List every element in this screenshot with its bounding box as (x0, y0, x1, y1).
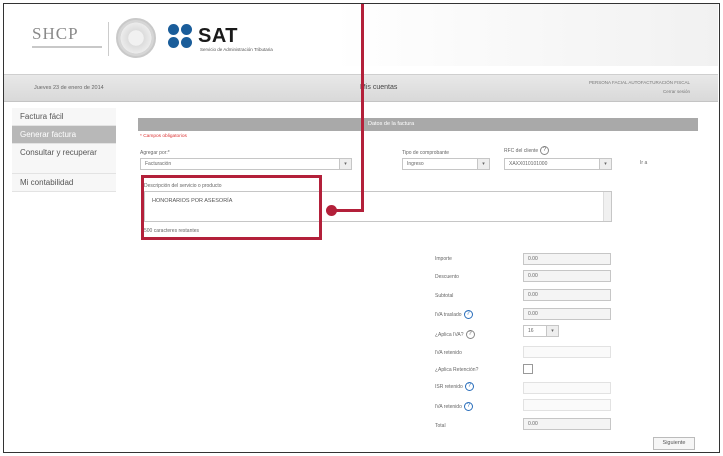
iva-retenido-label: IVA retenido (435, 350, 462, 356)
sat-subtitle: Servicio de Administración Tributaria (200, 47, 273, 52)
isr-retenido-label: ISR retenido? (435, 382, 474, 391)
importe-field[interactable]: 0.00 (523, 253, 611, 265)
iva-traslado-label-text: IVA traslado (435, 311, 462, 318)
shcp-logo: SHCP (32, 24, 79, 43)
required-fields-note: * Campos obligatorios (140, 134, 187, 139)
aplica-retencion-checkbox[interactable] (523, 364, 533, 374)
iva-retenido-2-field[interactable] (523, 399, 611, 411)
current-date: Jueves 23 de enero de 2014 (34, 85, 104, 91)
rfc-cliente-value: XAXX010101000 (509, 161, 548, 167)
help-icon[interactable]: ? (540, 146, 550, 155)
subtotal-field[interactable]: 0.00 (523, 289, 611, 301)
aplica-retencion-label: ¿Aplica Retención? (435, 367, 479, 373)
tipo-comprobante-select[interactable]: Ingreso ▾ (402, 158, 490, 170)
tipo-comprobante-value: Ingreso (407, 161, 424, 167)
chevron-down-icon: ▾ (339, 159, 351, 169)
national-seal-icon (116, 18, 156, 58)
header-banner (334, 4, 718, 66)
highlight-callout-connector (334, 209, 364, 212)
rfc-cliente-label: RFC del cliente? (504, 146, 550, 155)
concepto-select-value: Facturación (145, 161, 172, 167)
highlight-callout-line (361, 4, 364, 210)
aplica-iva-label: ¿Aplica IVA?? (435, 330, 475, 339)
help-icon[interactable]: ? (463, 310, 473, 319)
iva-retenido-2-label-text: IVA retenido (435, 403, 462, 410)
form-panel-title: Datos de la factura (368, 121, 415, 127)
user-info: PERSONA FACIAL AUTOFACTURACIÓN FISCAL (588, 80, 690, 85)
subtotal-label: Subtotal (435, 293, 454, 299)
iva-retenido-2-label: IVA retenido? (435, 402, 473, 411)
rfc-cliente-select[interactable]: XAXX010101000 ▾ (504, 158, 612, 170)
concepto-label: Agregar por:* (140, 150, 170, 156)
screenshot-frame: SHCP SAT Servicio de Administración Trib… (3, 3, 720, 453)
rfc-cliente-label-text: RFC del cliente (504, 147, 539, 154)
sidebar-item-factura-facil[interactable]: Factura fácil (12, 108, 116, 126)
highlight-callout-dot (326, 205, 337, 216)
help-icon[interactable]: ? (464, 382, 474, 391)
help-icon[interactable]: ? (465, 330, 475, 339)
section-title: Mis cuentas (360, 84, 398, 91)
chevron-down-icon: ▾ (477, 159, 489, 169)
sidebar-item-generar-factura[interactable]: Generar factura (12, 126, 116, 144)
total-label: Total (435, 423, 446, 429)
siguiente-button[interactable]: Siguiente (653, 437, 695, 450)
iva-traslado-label: IVA traslado? (435, 310, 473, 319)
aplica-iva-value: 16 (528, 328, 534, 334)
isr-retenido-field[interactable] (523, 382, 611, 394)
descuento-field[interactable]: 0.00 (523, 270, 611, 282)
aplica-iva-label-text: ¿Aplica IVA? (435, 331, 464, 338)
help-icon[interactable]: ? (463, 402, 473, 411)
sidebar-menu: Factura fácil Generar factura Consultar … (12, 108, 116, 192)
chevron-down-icon: ▾ (546, 326, 558, 336)
highlight-box (141, 175, 322, 240)
ir-a-link[interactable]: Ir a (640, 160, 647, 166)
importe-label: Importe (435, 256, 452, 262)
logout-link[interactable]: Cerrar sesión (663, 89, 690, 94)
form-panel-header: Datos de la factura (138, 118, 698, 131)
sat-wordmark: SAT (198, 25, 239, 47)
chevron-down-icon: ▾ (599, 159, 611, 169)
tipo-comprobante-label: Tipo de comprobante (402, 150, 450, 156)
aplica-iva-select[interactable]: 16 ▾ (523, 325, 559, 337)
iva-traslado-field[interactable]: 0.00 (523, 308, 611, 320)
sidebar-item-consultar[interactable]: Consultar y recuperar (12, 144, 116, 174)
shcp-logo-underline (32, 46, 102, 48)
concepto-select[interactable]: Facturación ▾ (140, 158, 352, 170)
descripcion-scrollbar[interactable] (603, 192, 611, 221)
descuento-label: Descuento (435, 274, 459, 280)
sidebar-item-mi-contabilidad[interactable]: Mi contabilidad (12, 174, 116, 192)
total-field[interactable]: 0.00 (523, 418, 611, 430)
iva-retenido-field[interactable] (523, 346, 611, 358)
sat-dots-icon (168, 24, 194, 50)
isr-retenido-label-text: ISR retenido (435, 383, 463, 390)
header-divider (108, 22, 109, 56)
